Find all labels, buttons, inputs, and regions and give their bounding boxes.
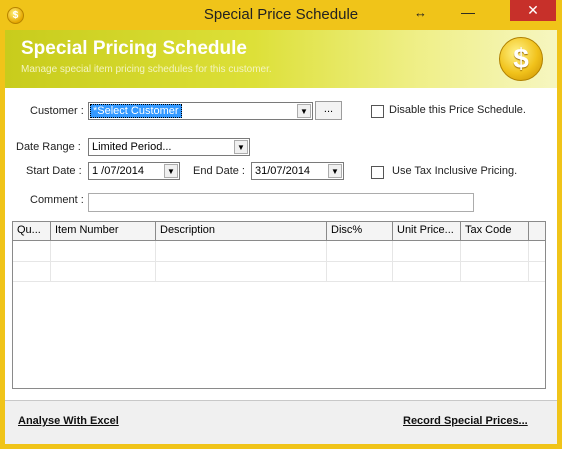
- disable-schedule-label: Disable this Price Schedule.: [389, 104, 526, 116]
- customer-label: Customer :: [30, 105, 84, 117]
- banner-heading: Special Pricing Schedule: [21, 38, 247, 59]
- table-cell[interactable]: [461, 241, 529, 261]
- column-header-description[interactable]: Description: [156, 222, 327, 240]
- comment-input[interactable]: [88, 193, 474, 212]
- column-header-tax-code[interactable]: Tax Code: [461, 222, 529, 240]
- header-banner: Special Pricing Schedule Manage special …: [5, 30, 557, 88]
- table-cell[interactable]: [156, 241, 327, 261]
- table-row[interactable]: [13, 241, 545, 262]
- schedule-form: Customer : *Select Customer ▼ ... Disabl…: [5, 88, 557, 400]
- end-date-value: 31/07/2014: [255, 165, 311, 177]
- date-range-value: Limited Period...: [92, 141, 172, 153]
- chevron-down-icon[interactable]: ▼: [164, 164, 178, 178]
- table-cell[interactable]: [327, 241, 393, 261]
- table-cell[interactable]: [51, 241, 156, 261]
- close-button[interactable]: ✕: [510, 0, 556, 21]
- title-bar: $ Special Price Schedule ↔ — ✕: [0, 0, 562, 30]
- table-cell[interactable]: [461, 261, 529, 281]
- window-frame-right: [557, 30, 562, 449]
- table-cell[interactable]: [327, 261, 393, 281]
- pricing-grid[interactable]: Qu... Item Number Description Disc% Unit…: [12, 221, 546, 389]
- table-cell[interactable]: [13, 261, 51, 281]
- comment-label: Comment :: [30, 194, 84, 206]
- end-date-picker[interactable]: 31/07/2014 ▼: [251, 162, 344, 180]
- start-date-label: Start Date :: [26, 165, 82, 177]
- resize-icon[interactable]: ↔: [414, 5, 427, 20]
- customer-select-value: *Select Customer: [90, 104, 182, 118]
- footer-bar: Analyse With Excel Record Special Prices…: [5, 400, 557, 445]
- table-cell[interactable]: [393, 261, 461, 281]
- tax-inclusive-checkbox[interactable]: [371, 166, 384, 179]
- date-range-select[interactable]: Limited Period... ▼: [88, 138, 250, 156]
- customer-select[interactable]: *Select Customer ▼: [88, 102, 313, 120]
- chevron-down-icon[interactable]: ▼: [234, 140, 248, 154]
- column-header-disc[interactable]: Disc%: [327, 222, 393, 240]
- grid-header: Qu... Item Number Description Disc% Unit…: [13, 222, 545, 241]
- minimize-button[interactable]: —: [458, 5, 478, 23]
- record-special-prices-link[interactable]: Record Special Prices...: [403, 415, 528, 427]
- table-cell[interactable]: [51, 261, 156, 281]
- table-row[interactable]: [13, 261, 545, 282]
- column-header-item-number[interactable]: Item Number: [51, 222, 156, 240]
- table-cell[interactable]: [13, 241, 51, 261]
- date-range-label: Date Range :: [16, 141, 81, 153]
- chevron-down-icon[interactable]: ▼: [328, 164, 342, 178]
- start-date-value: 1 /07/2014: [92, 165, 144, 177]
- window-frame-bottom: [0, 444, 562, 449]
- disable-schedule-checkbox[interactable]: [371, 105, 384, 118]
- column-header-qty[interactable]: Qu...: [13, 222, 51, 240]
- start-date-picker[interactable]: 1 /07/2014 ▼: [88, 162, 180, 180]
- column-header-unit-price[interactable]: Unit Price...: [393, 222, 461, 240]
- dollar-coin-icon: $: [499, 37, 543, 81]
- browse-customer-button[interactable]: ...: [315, 101, 342, 120]
- tax-inclusive-label: Use Tax Inclusive Pricing.: [392, 165, 518, 177]
- table-cell[interactable]: [393, 241, 461, 261]
- banner-subheading: Manage special item pricing schedules fo…: [21, 64, 272, 75]
- table-cell[interactable]: [156, 261, 327, 281]
- end-date-label: End Date :: [193, 165, 245, 177]
- analyse-with-excel-link[interactable]: Analyse With Excel: [18, 415, 119, 427]
- chevron-down-icon[interactable]: ▼: [297, 104, 311, 118]
